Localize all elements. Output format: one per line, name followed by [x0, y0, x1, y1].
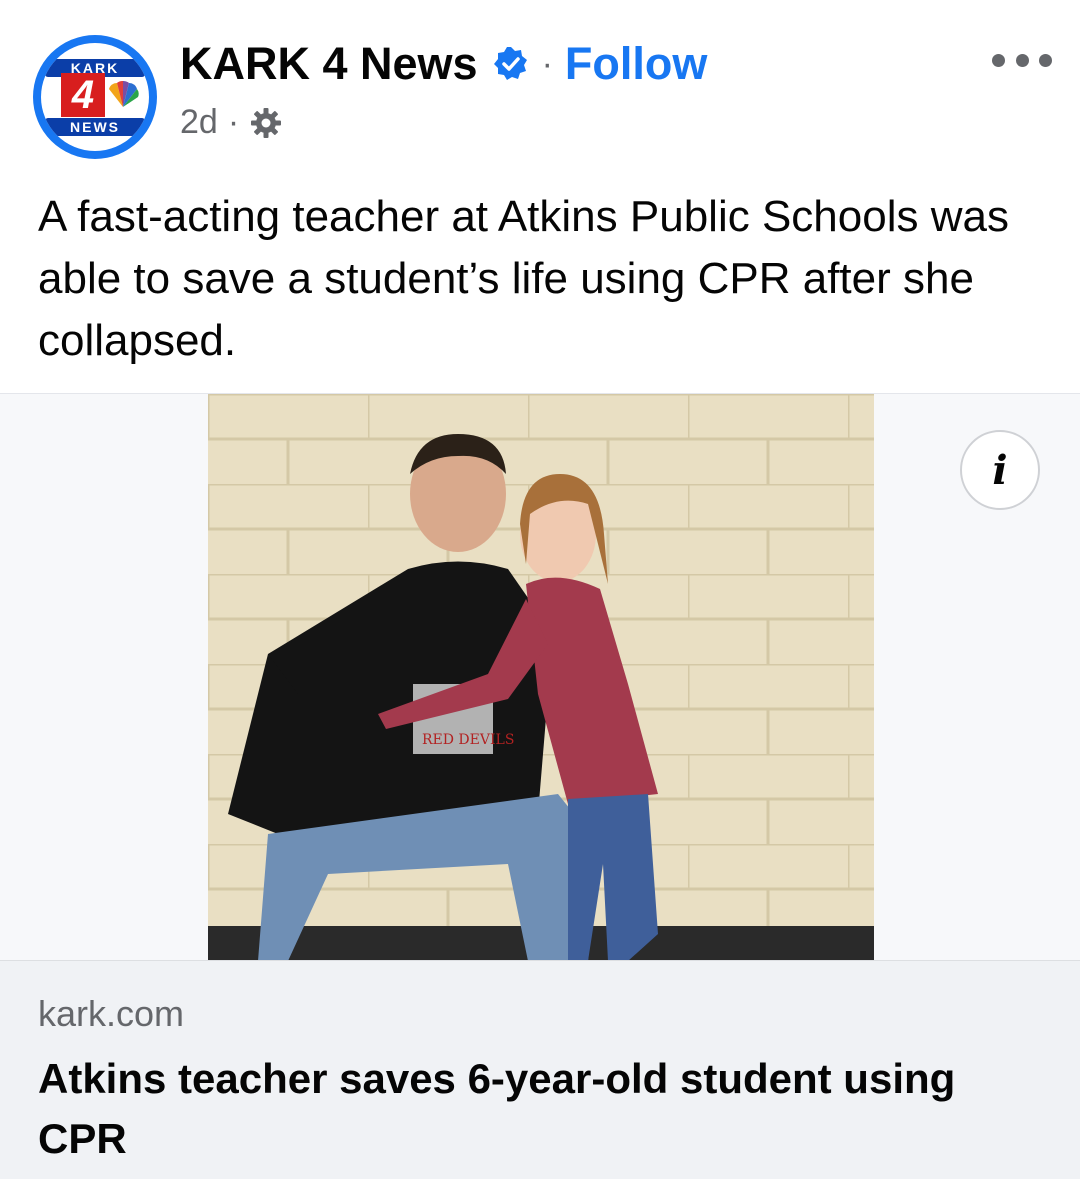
- kark-logo: KARK 4 NEWS: [41, 43, 149, 151]
- post-timestamp[interactable]: 2d: [180, 103, 218, 142]
- gear-icon: [251, 107, 282, 138]
- page-avatar[interactable]: KARK 4 NEWS: [33, 35, 157, 159]
- link-domain: kark.com: [38, 993, 185, 1034]
- photo-illustration: RED DEVILS: [208, 394, 874, 961]
- article-photo[interactable]: RED DEVILS: [208, 394, 874, 961]
- follow-button[interactable]: Follow: [565, 38, 707, 90]
- page-name-row: KARK 4 News · Follow: [180, 38, 707, 90]
- verified-badge-icon: [493, 47, 527, 80]
- peacock-icon: [109, 80, 139, 107]
- logo-bottom-text: NEWS: [45, 118, 145, 136]
- page-name-link[interactable]: KARK 4 News: [180, 38, 478, 90]
- header-separator: ·: [541, 44, 553, 83]
- meta-separator: ·: [227, 103, 240, 141]
- post-caption: A fast-acting teacher at Atkins Public S…: [38, 192, 1009, 365]
- link-headline[interactable]: Atkins teacher saves 6-year-old student …: [38, 1049, 1038, 1169]
- more-dot: [1015, 53, 1029, 67]
- post-meta: 2d ·: [180, 103, 283, 142]
- shirt-text: RED DEVILS: [422, 732, 514, 748]
- info-icon[interactable]: i: [960, 430, 1040, 510]
- logo-number: 4: [61, 73, 105, 117]
- more-dot: [992, 53, 1005, 67]
- more-dot: [1039, 53, 1052, 67]
- post-media[interactable]: RED DEVILS i: [0, 393, 1080, 961]
- post-header: KARK 4 NEWS KARK 4 News · Follow 2d ·: [0, 0, 1080, 170]
- link-preview[interactable]: kark.com Atkins teacher saves 6-year-old…: [0, 960, 1080, 1179]
- more-options-icon[interactable]: [992, 48, 1052, 72]
